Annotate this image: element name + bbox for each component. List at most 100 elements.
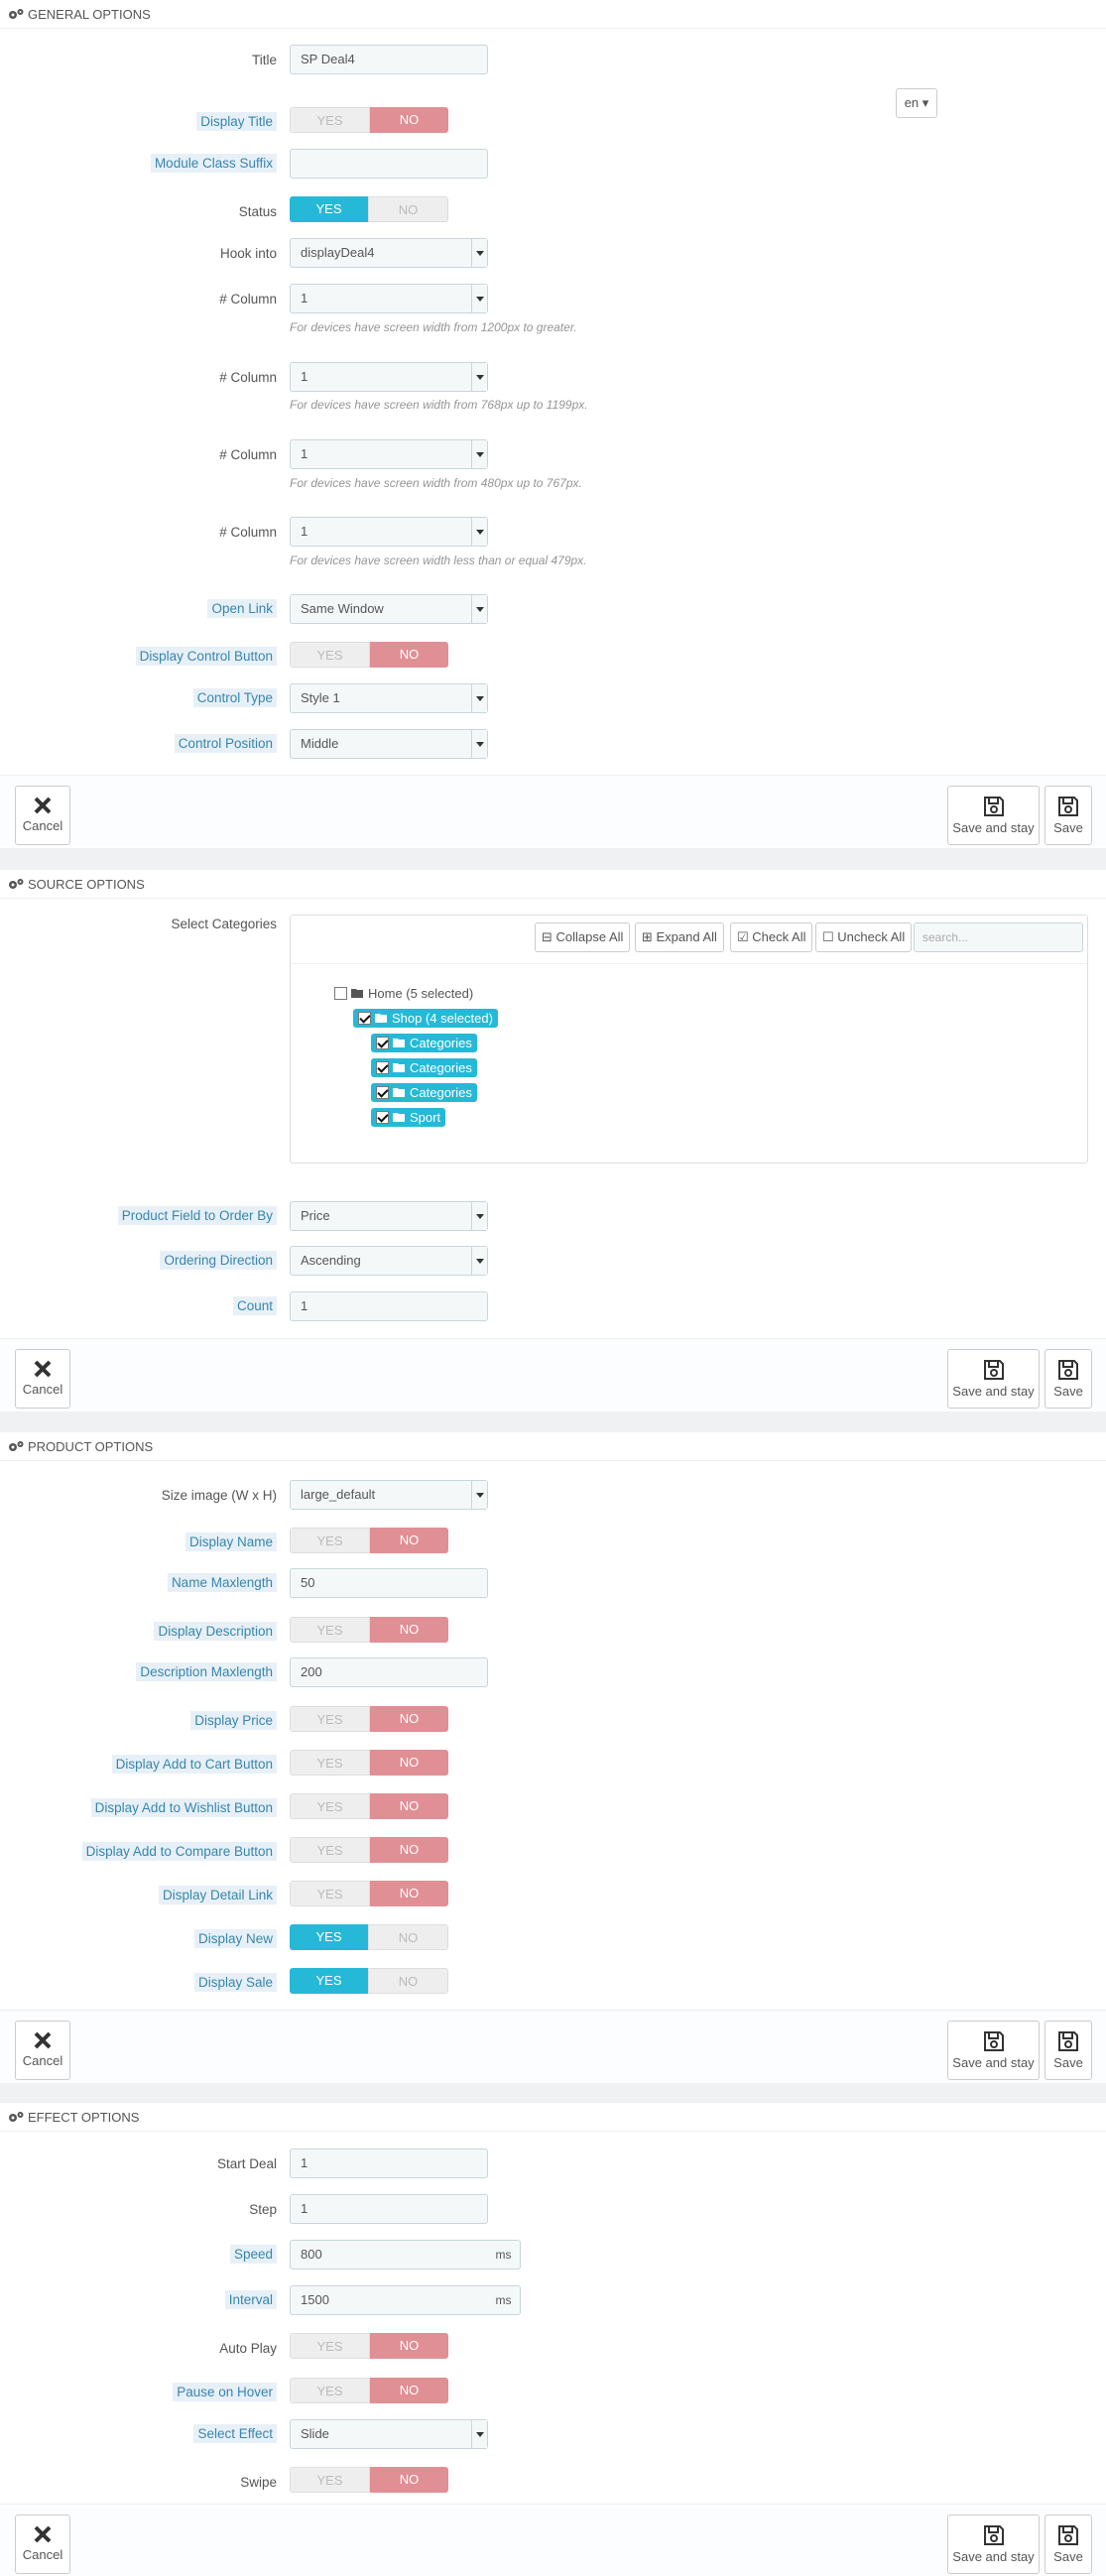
expand-all-button[interactable]: ⊞ Expand All [635, 922, 724, 952]
switch-yes[interactable]: YES [290, 1968, 368, 1994]
display-price-switch[interactable]: YES NO [290, 1706, 448, 1732]
display-title-switch[interactable]: YES NO [290, 107, 448, 133]
switch-yes[interactable]: YES [290, 1706, 370, 1732]
switch-yes[interactable]: YES [290, 1617, 370, 1643]
switch-yes[interactable]: YES [290, 2378, 370, 2403]
display-new-switch[interactable]: YES NO [290, 1924, 448, 1950]
switch-no[interactable]: NO [370, 1706, 448, 1732]
switch-yes[interactable]: YES [290, 1793, 370, 1819]
switch-no[interactable]: NO [370, 1528, 448, 1553]
save-and-stay-button[interactable]: Save and stay [947, 2021, 1040, 2080]
tree-node-category[interactable]: Sport [371, 1107, 446, 1127]
control-position-row: Control Position Middle [0, 729, 1106, 763]
checkbox[interactable] [358, 1011, 371, 1025]
save-button[interactable]: Save [1045, 2021, 1092, 2080]
display-cart-switch[interactable]: YES NO [290, 1750, 448, 1776]
save-and-stay-button[interactable]: Save and stay [947, 1349, 1040, 1409]
tree-node-category[interactable]: Categories [371, 1082, 477, 1102]
order-by-select[interactable]: Price [290, 1201, 488, 1231]
save-and-stay-button[interactable]: Save and stay [947, 786, 1040, 845]
display-description-switch[interactable]: YES NO [290, 1617, 448, 1643]
cancel-button[interactable]: Cancel [15, 786, 70, 845]
switch-yes[interactable]: YES [290, 1837, 370, 1863]
checkbox[interactable] [376, 1060, 389, 1074]
name-maxlength-input[interactable]: 50 [290, 1568, 488, 1598]
switch-no[interactable]: NO [368, 1924, 448, 1950]
switch-yes[interactable]: YES [290, 1881, 370, 1906]
save-button[interactable]: Save [1045, 1349, 1092, 1409]
effect-options-panel: EFFECT OPTIONS Start Deal 1 Step 1 Speed… [0, 2103, 1106, 2576]
switch-no[interactable]: NO [370, 642, 448, 668]
switch-yes[interactable]: YES [290, 2333, 370, 2359]
check-all-button[interactable]: ☑ Check All [730, 922, 813, 952]
switch-no[interactable]: NO [370, 2333, 448, 2359]
ordering-direction-select[interactable]: Ascending [290, 1246, 488, 1276]
display-wishlist-switch[interactable]: YES NO [290, 1793, 448, 1819]
column-2-select[interactable]: 1 [290, 362, 488, 392]
switch-no[interactable]: NO [370, 1617, 448, 1643]
switch-no[interactable]: NO [370, 2467, 448, 2493]
switch-no[interactable]: NO [370, 1837, 448, 1863]
tree-node-shop[interactable]: Shop (4 selected) [353, 1008, 498, 1028]
swipe-switch[interactable]: YES NO [290, 2467, 448, 2493]
hook-select[interactable]: displayDeal4 [290, 238, 488, 268]
select-effect-select[interactable]: Slide [290, 2419, 488, 2449]
display-sale-switch[interactable]: YES NO [290, 1968, 448, 1994]
switch-no[interactable]: NO [370, 2378, 448, 2403]
switch-no[interactable]: NO [370, 1750, 448, 1776]
size-image-select[interactable]: large_default [290, 1480, 488, 1510]
switch-yes[interactable]: YES [290, 196, 368, 222]
chevron-down-icon [471, 1202, 487, 1230]
switch-no[interactable]: NO [370, 107, 448, 133]
column-1-select[interactable]: 1 [290, 284, 488, 313]
save-button[interactable]: Save [1045, 786, 1092, 845]
tree-node-category[interactable]: Categories [371, 1033, 477, 1052]
control-type-select[interactable]: Style 1 [290, 683, 488, 713]
switch-yes[interactable]: YES [290, 642, 370, 668]
save-and-stay-button[interactable]: Save and stay [947, 2515, 1040, 2574]
start-deal-input[interactable]: 1 [290, 2148, 488, 2178]
tree-node-category[interactable]: Categories [371, 1057, 477, 1077]
uncheck-all-button[interactable]: ☐ Uncheck All [815, 922, 913, 952]
switch-yes[interactable]: YES [290, 1528, 370, 1553]
display-compare-switch[interactable]: YES NO [290, 1837, 448, 1863]
switch-no[interactable]: NO [368, 196, 448, 222]
column-4-select[interactable]: 1 [290, 517, 488, 547]
checkbox[interactable] [376, 1036, 389, 1049]
step-input[interactable]: 1 [290, 2194, 488, 2224]
switch-yes[interactable]: YES [290, 1924, 368, 1950]
pause-on-hover-switch[interactable]: YES NO [290, 2378, 448, 2403]
collapse-all-button[interactable]: ⊟ Collapse All [535, 922, 631, 952]
open-link-select[interactable]: Same Window [290, 594, 488, 624]
control-position-select[interactable]: Middle [290, 729, 488, 759]
display-detail-switch[interactable]: YES NO [290, 1881, 448, 1906]
checkbox[interactable] [334, 986, 347, 1000]
checkbox[interactable] [376, 1085, 389, 1099]
tree-node-home[interactable]: Home (5 selected) [334, 983, 473, 1003]
module-class-suffix-input[interactable] [290, 149, 488, 179]
display-control-switch[interactable]: YES NO [290, 642, 448, 668]
title-input[interactable]: SP Deal4 [290, 45, 488, 74]
switch-no[interactable]: NO [370, 1881, 448, 1906]
tree-search-input[interactable]: search... [914, 922, 1083, 952]
save-button[interactable]: Save [1045, 2515, 1092, 2574]
interval-input[interactable]: 1500 [290, 2285, 488, 2315]
switch-yes[interactable]: YES [290, 107, 370, 133]
description-maxlength-input[interactable]: 200 [290, 1657, 488, 1687]
switch-no[interactable]: NO [370, 1793, 448, 1819]
title-label: Title [251, 53, 277, 67]
cancel-button[interactable]: Cancel [15, 1349, 70, 1409]
cancel-button[interactable]: Cancel [15, 2021, 70, 2080]
display-name-switch[interactable]: YES NO [290, 1528, 448, 1553]
status-switch[interactable]: YES NO [290, 196, 448, 222]
checkbox[interactable] [376, 1110, 389, 1124]
column-3-select[interactable]: 1 [290, 439, 488, 469]
cancel-button[interactable]: Cancel [15, 2515, 70, 2574]
switch-no[interactable]: NO [368, 1968, 448, 1994]
speed-input[interactable]: 800 [290, 2240, 488, 2269]
switch-yes[interactable]: YES [290, 1750, 370, 1776]
count-input[interactable]: 1 [290, 1291, 488, 1321]
autoplay-switch[interactable]: YES NO [290, 2333, 448, 2359]
switch-yes[interactable]: YES [290, 2467, 370, 2493]
display-description-row: Display Description YES NO [0, 1617, 1106, 1651]
